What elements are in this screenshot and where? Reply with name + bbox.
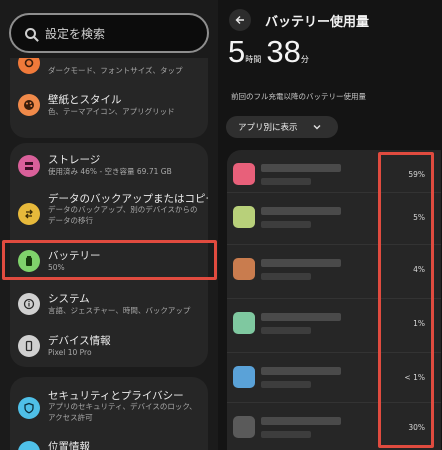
palette-icon [18,94,40,116]
view-by-dropdown-label: アプリ別に表示 [238,123,298,133]
app-detail-redacted [261,381,311,388]
settings-card-display: ダークモード、フォントサイズ、タップ 壁紙とスタイル 色、テーマアイコン、アプリ… [10,58,208,138]
app-name-redacted [261,164,341,172]
settings-item-wallpaper-sub: 色、テーマアイコン、アプリグリッド [48,107,175,116]
app-icon [233,258,255,280]
search-bar[interactable]: 設定を検索 [9,13,209,53]
settings-card-security: セキュリティとプライバシー アプリのセキュリティ、デバイスのロック、アクセス許可… [10,377,208,450]
settings-item-storage-sub: 使用済み 46% - 空き容量 69.71 GB [48,167,172,176]
settings-item-security-sub: アプリのセキュリティ、デバイスのロック、アクセス許可 [48,402,197,422]
settings-item-location[interactable]: 位置情報 [10,435,208,450]
back-button[interactable] [229,9,251,31]
sync-icon [18,203,40,225]
app-name-redacted [261,259,341,267]
device-icon [18,335,40,357]
settings-item-display[interactable]: ダークモード、フォントサイズ、タップ [10,58,208,82]
settings-item-wallpaper-title: 壁紙とスタイル [48,94,122,106]
usage-hours-unit: 時間 [245,55,262,64]
location-icon [18,441,40,450]
view-by-dropdown[interactable]: アプリ別に表示 [226,116,338,138]
app-name-redacted [261,313,341,321]
usage-minutes-unit: 分 [300,55,309,64]
settings-item-system-sub: 言語、ジェスチャー、時間、バックアップ [48,306,191,315]
settings-item-device-info[interactable]: デバイス情報 Pixel 10 Pro [10,327,208,367]
app-detail-redacted [261,327,311,334]
app-name-redacted [261,417,341,425]
app-name-redacted [261,207,341,215]
app-detail-redacted [261,273,311,280]
app-icon [233,416,255,438]
info-icon [18,293,40,315]
app-icon [233,312,255,334]
settings-item-device-info-title: デバイス情報 [48,335,111,347]
settings-item-wallpaper[interactable]: 壁紙とスタイル 色、テーマアイコン、アプリグリッド [10,86,208,130]
settings-item-display-sub: ダークモード、フォントサイズ、タップ [48,66,183,75]
usage-minutes: 38 [266,34,301,69]
settings-item-storage[interactable]: ストレージ 使用済み 46% - 空き容量 69.71 GB [10,143,208,185]
settings-item-security[interactable]: セキュリティとプライバシー アプリのセキュリティ、デバイスのロック、アクセス許可 [10,377,208,433]
settings-item-backup[interactable]: データのバックアップまたはコピー データのバックアップ、別のデバイスからのデータ… [10,185,208,239]
settings-item-storage-title: ストレージ [48,154,101,166]
app-detail-redacted [261,178,311,185]
settings-item-backup-sub: データのバックアップ、別のデバイスからのデータの移行 [48,205,198,225]
search-input[interactable]: 設定を検索 [45,25,105,42]
storage-icon [18,155,40,177]
app-icon [233,366,255,388]
search-icon [25,27,36,39]
display-icon [18,58,40,74]
page-title: バッテリー使用量 [265,15,370,30]
settings-item-device-info-sub: Pixel 10 Pro [48,348,92,357]
settings-item-security-title: セキュリティとプライバシー [48,390,184,402]
settings-pane: 設定を検索 ダークモード、フォントサイズ、タップ 壁紙とスタイル 色、テーマアイ… [0,0,218,450]
usage-hours: 5 [228,34,246,69]
app-icon [233,163,255,185]
usage-duration: 5時間 38分 [228,34,309,70]
usage-caption: 前回のフル充電以降のバッテリー使用量 [231,92,366,101]
settings-item-location-title: 位置情報 [48,441,90,450]
settings-item-system[interactable]: システム 言語、ジェスチャー、時間、バックアップ [10,285,208,325]
arrow-left-icon [235,16,244,24]
percent-highlight-box [378,152,434,448]
battery-highlight-box [2,240,217,280]
settings-item-system-title: システム [48,293,90,305]
chevron-down-icon [313,125,321,130]
settings-item-backup-title: データのバックアップまたはコピー [48,193,208,205]
app-detail-redacted [261,221,311,228]
app-detail-redacted [261,431,311,438]
app-icon [233,206,255,228]
app-name-redacted [261,367,341,375]
shield-icon [18,397,40,419]
